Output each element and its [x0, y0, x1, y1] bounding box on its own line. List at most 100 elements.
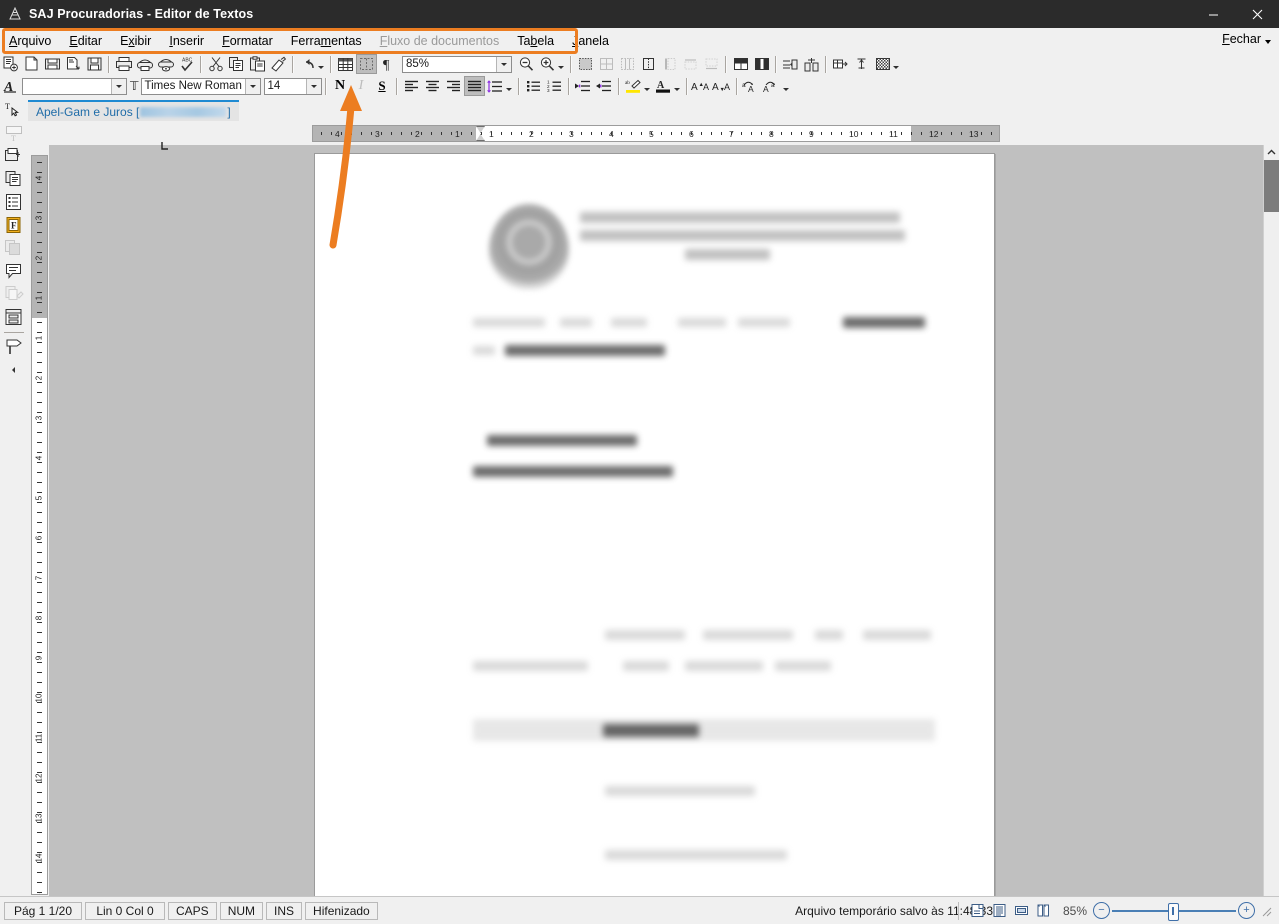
vertical-ruler[interactable]: 4321123456789101112131415161718 [31, 155, 48, 895]
save-button[interactable] [84, 54, 105, 74]
blank-page-button[interactable] [21, 54, 42, 74]
font-family-combo[interactable]: Times New Roman [140, 77, 261, 95]
sidebar-model-insert[interactable] [2, 145, 26, 167]
view-two-page-button[interactable] [1033, 901, 1055, 921]
insert-column-button[interactable] [751, 54, 772, 74]
underline-button[interactable]: S [372, 76, 393, 96]
menu-ferramentas[interactable]: Ferramentas [282, 30, 371, 52]
case-tools-caret[interactable] [782, 88, 789, 91]
align-right-button[interactable] [443, 76, 464, 96]
increase-indent-button[interactable] [573, 76, 594, 96]
save-as-button[interactable] [63, 54, 84, 74]
decrease-font-button[interactable]: A ▼ A [712, 76, 733, 96]
increase-font-button[interactable]: A ▲ A [691, 76, 712, 96]
view-web-button[interactable] [1011, 901, 1033, 921]
sidebar-comment[interactable] [2, 260, 26, 282]
paste-button[interactable] [247, 54, 268, 74]
uppercase-button[interactable]: a A [741, 76, 762, 96]
decrease-indent-button[interactable] [594, 76, 615, 96]
sidebar-list-fields[interactable] [2, 191, 26, 213]
sidebar-stamp[interactable] [2, 336, 26, 358]
zoom-in-button[interactable] [537, 54, 558, 74]
font-color-button[interactable]: A [653, 76, 674, 96]
print-button[interactable] [113, 54, 134, 74]
open-file-button[interactable] [42, 54, 63, 74]
format-painter-button[interactable] [268, 54, 289, 74]
sidebar-copy-model[interactable] [2, 168, 26, 190]
delete-column-button[interactable] [801, 54, 822, 74]
vertical-scrollbar[interactable] [1263, 145, 1279, 897]
document-tab[interactable]: Apel-Gam e Juros [] [28, 100, 239, 121]
highlight-color-button[interactable]: ab [623, 76, 644, 96]
table-shading-caret[interactable] [893, 66, 899, 69]
highlight-color-caret[interactable] [643, 88, 650, 91]
sidebar-archive[interactable] [2, 306, 26, 328]
resize-grip[interactable] [1259, 904, 1273, 918]
paragraph-style-arrow[interactable] [111, 78, 126, 94]
scrollbar-thumb[interactable] [1264, 160, 1279, 212]
view-print-layout-button[interactable] [989, 901, 1011, 921]
scroll-up-button[interactable] [1264, 145, 1279, 160]
minimize-button[interactable] [1191, 0, 1235, 28]
table-properties-button[interactable] [830, 54, 851, 74]
font-color-caret[interactable] [673, 88, 680, 91]
zoom-slider-thumb[interactable] [1168, 902, 1179, 921]
scrollbar-track[interactable] [1264, 212, 1279, 897]
tab-stop-marker[interactable] [160, 140, 172, 150]
document-workspace[interactable] [49, 145, 1264, 897]
bold-button[interactable]: N [330, 76, 351, 96]
align-justify-button[interactable] [463, 76, 485, 96]
paragraph-style-combo[interactable] [22, 77, 127, 95]
menu-editar[interactable]: Editar [60, 30, 111, 52]
delete-row-button[interactable] [780, 54, 801, 74]
insert-row-button[interactable] [730, 54, 751, 74]
menu-close-group[interactable]: Fechar [1222, 32, 1271, 46]
menu-exibir[interactable]: Exibir [111, 30, 160, 52]
line-spacing-button[interactable] [485, 76, 506, 96]
menu-arquivo[interactable]: AArquivorquivo [0, 30, 60, 52]
show-marks-button[interactable]: ¶ [377, 54, 398, 74]
new-document-button[interactable] [0, 54, 21, 74]
lowercase-button[interactable]: A a [762, 76, 783, 96]
table-autoformat-button[interactable] [851, 54, 872, 74]
font-family-arrow[interactable] [244, 78, 260, 94]
zoom-dropdown-caret[interactable] [558, 66, 564, 69]
sidebar-collapse-arrow[interactable] [2, 359, 26, 381]
print-setup-button[interactable] [155, 54, 176, 74]
print-preview-button[interactable] [134, 54, 155, 74]
menu-janela[interactable]: Janela [563, 30, 618, 52]
menu-tabela[interactable]: Tabela [508, 30, 563, 52]
zoom-out-button[interactable] [516, 54, 537, 74]
document-page[interactable] [314, 153, 995, 897]
zoom-out-button[interactable]: − [1093, 902, 1110, 919]
horizontal-ruler[interactable]: 432112345678910111213141516 [312, 125, 1000, 142]
undo-dropdown-caret[interactable] [318, 66, 324, 69]
view-normal-button[interactable] [967, 901, 989, 921]
sidebar-text-select[interactable]: T [2, 99, 26, 121]
font-size-arrow[interactable] [305, 78, 321, 94]
insert-table-button[interactable] [335, 54, 356, 74]
text-effects-button[interactable]: A [0, 76, 21, 96]
bullet-list-button[interactable] [523, 76, 544, 96]
table-shading-button[interactable] [872, 54, 893, 74]
spellcheck-button[interactable]: ABC [176, 54, 197, 74]
align-center-button[interactable] [422, 76, 443, 96]
undo-button[interactable] [297, 54, 318, 74]
select-table-button[interactable] [575, 54, 596, 74]
copy-button[interactable] [226, 54, 247, 74]
line-spacing-caret[interactable] [505, 88, 512, 91]
zoom-combo[interactable]: 85% [402, 55, 512, 73]
zoom-in-button[interactable]: + [1238, 902, 1255, 919]
align-left-button[interactable] [401, 76, 422, 96]
zoom-combo-arrow[interactable] [496, 56, 511, 72]
numbered-list-button[interactable]: 1 2 3 [544, 76, 565, 96]
close-window-button[interactable] [1235, 0, 1279, 28]
menu-formatar[interactable]: Formatar [213, 30, 282, 52]
font-size-combo[interactable]: 14 [263, 77, 322, 95]
sidebar-flag-field[interactable]: F [2, 214, 26, 236]
menu-inserir[interactable]: Inserir [160, 30, 213, 52]
italic-button[interactable]: I [351, 76, 372, 96]
table-borders-button[interactable] [356, 54, 377, 74]
zoom-slider-track[interactable] [1112, 902, 1236, 921]
cell-borders-button[interactable] [638, 54, 659, 74]
